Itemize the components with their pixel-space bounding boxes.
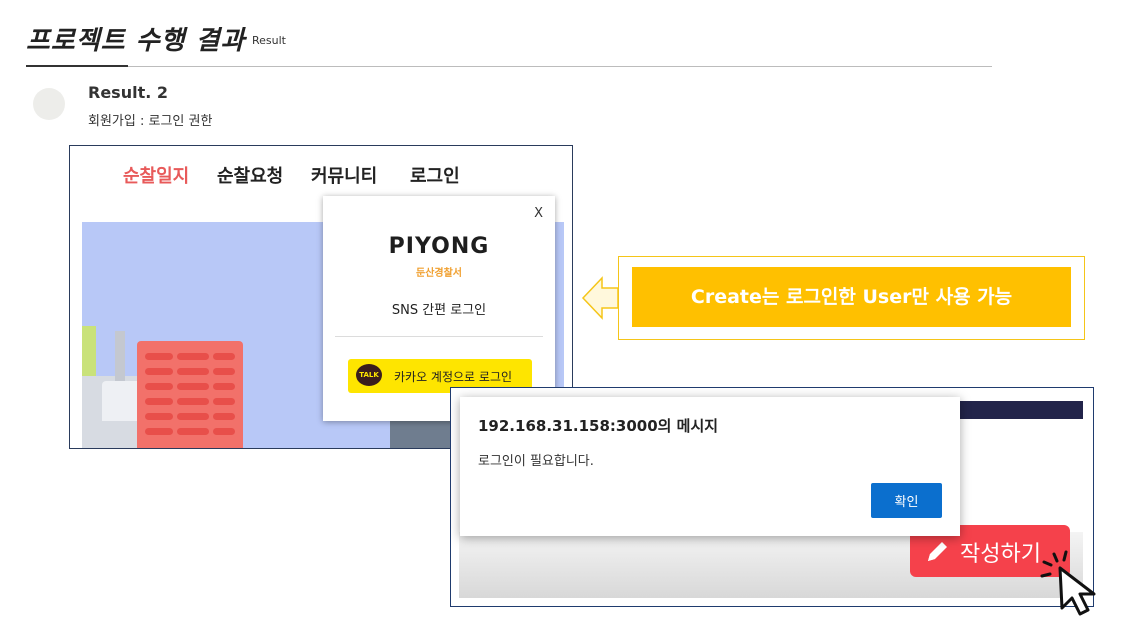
sns-login-title: SNS 간편 로그인: [391, 303, 487, 318]
pencil-icon: [928, 542, 947, 561]
page-title: 프로젝트 수행 결과: [26, 26, 246, 56]
ok-button[interactable]: 확인: [871, 483, 942, 518]
page-header-bar: [959, 401, 1083, 419]
alert-preview-screenshot: 작성하기 192.168.31.158:3000의 메시지 로그인이 필요합니다…: [450, 387, 1094, 607]
alert-title: 192.168.31.158:3000의 메시지: [478, 417, 719, 435]
write-button-label: 작성하기: [960, 542, 1041, 567]
nav-item-login[interactable]: 로그인: [410, 162, 460, 188]
left-arrow-icon: [581, 276, 619, 320]
alert-dialog: 192.168.31.158:3000의 메시지 로그인이 필요합니다. 확인: [460, 397, 960, 536]
divider-accent: [26, 65, 128, 67]
page-subtitle: Result: [252, 34, 286, 47]
kakao-login-label: 카카오 계정으로 로그인: [394, 370, 513, 384]
red-building-illustration: [137, 341, 243, 448]
close-icon[interactable]: X: [534, 206, 543, 221]
divider: [335, 336, 543, 337]
result-title: Result. 2: [88, 83, 168, 102]
bullet-circle: [33, 88, 65, 120]
nav-item-patrol-log[interactable]: 순찰일지: [123, 162, 189, 188]
callout-text: Create는 로그인한 User만 사용 가능: [632, 267, 1071, 327]
hand-cursor-icon: [1040, 550, 1096, 616]
callout-box: Create는 로그인한 User만 사용 가능: [618, 256, 1085, 340]
brand-subtitle: 둔산경찰서: [416, 268, 462, 279]
kakao-talk-icon: TALK: [356, 364, 382, 386]
brand-logo: PIYONG: [388, 234, 490, 259]
alert-message: 로그인이 필요합니다.: [478, 454, 594, 469]
nav-item-community[interactable]: 커뮤니티: [311, 162, 377, 188]
result-description: 회원가입 : 로그인 권한: [88, 114, 213, 129]
divider: [26, 66, 992, 67]
nav-item-patrol-request[interactable]: 순찰요청: [217, 162, 283, 188]
